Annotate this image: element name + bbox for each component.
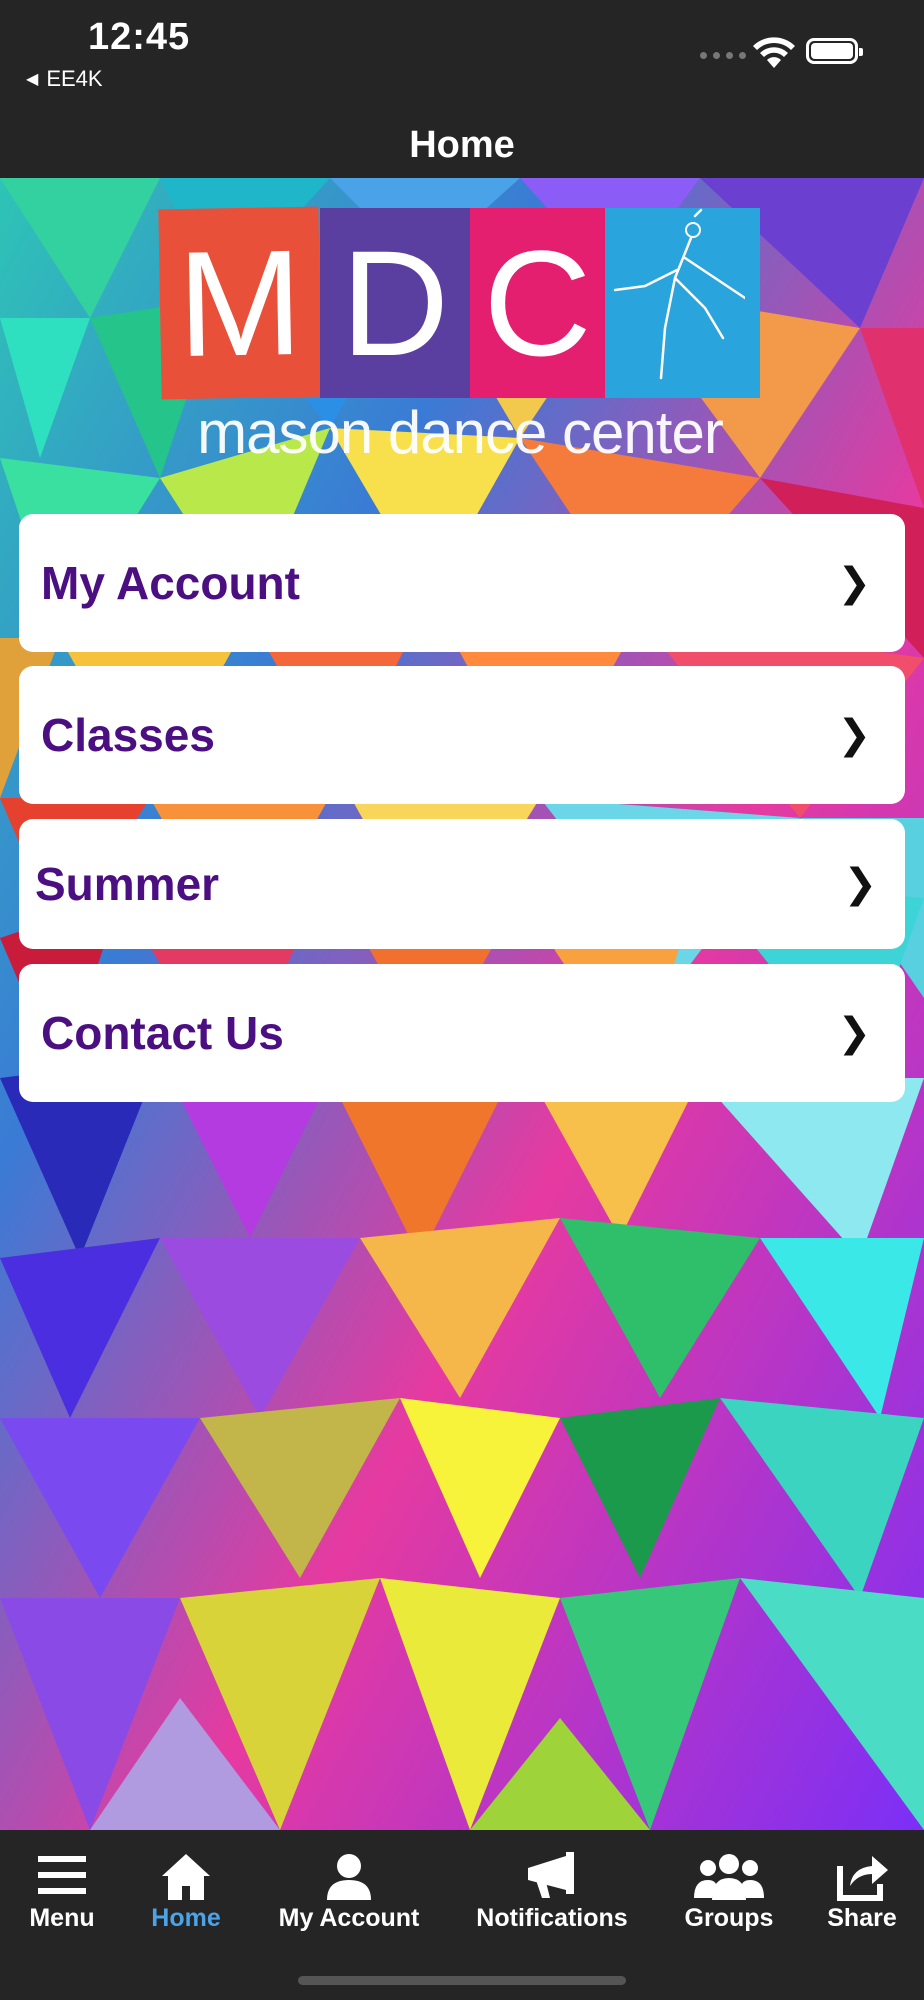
tab-label: Home [151, 1904, 221, 1932]
person-icon [327, 1854, 371, 1900]
menu-item-classes[interactable]: Classes ❯ [19, 666, 905, 804]
status-time: 12:45 [88, 16, 191, 58]
chevron-right-icon: ❯ [837, 561, 871, 605]
megaphone-icon [528, 1852, 574, 1898]
wifi-icon [753, 37, 795, 68]
chevron-right-icon: ❯ [843, 862, 877, 906]
battery-icon [806, 38, 863, 64]
status-bar: 12:45 ◀ EE4K [0, 0, 924, 118]
home-icon [162, 1854, 210, 1900]
bottom-tab-bar: Menu Home My Account Notifications Group… [0, 1830, 924, 2000]
logo-dancer-block [605, 208, 760, 398]
logo-tagline: mason dance center [197, 399, 724, 466]
back-to-app-link[interactable]: ◀ EE4K [26, 66, 103, 92]
tab-label: Menu [29, 1904, 95, 1932]
mdc-logo: M D C mason dance center [158, 206, 760, 468]
dancer-icon [613, 208, 745, 380]
polygon-background: M D C mason dance center My Account ❯ Cl… [0, 178, 924, 1830]
chevron-right-icon: ❯ [837, 713, 871, 757]
menu-item-summer[interactable]: Summer ❯ [19, 819, 905, 949]
home-indicator[interactable] [298, 1976, 626, 1985]
tab-groups[interactable]: Groups [684, 1850, 774, 1933]
tab-label: Groups [684, 1904, 774, 1932]
tab-label: Notifications [476, 1904, 628, 1932]
group-icon [694, 1854, 764, 1900]
share-icon [837, 1856, 888, 1901]
carrier-label: EE4K [46, 66, 103, 91]
logo-m-block: M [158, 206, 322, 400]
logo-d-block: D [320, 208, 470, 398]
tab-home[interactable]: Home [146, 1850, 226, 1933]
tab-my-account[interactable]: My Account [276, 1850, 422, 1933]
menu-item-my-account[interactable]: My Account ❯ [19, 514, 905, 652]
tab-share[interactable]: Share [822, 1850, 902, 1933]
menu-item-label: Classes [41, 709, 215, 761]
hamburger-icon [38, 1856, 86, 1894]
back-triangle-icon: ◀ [26, 71, 39, 88]
page-title: Home [409, 124, 515, 166]
logo-c-block: C [470, 208, 605, 398]
menu-item-contact-us[interactable]: Contact Us ❯ [19, 964, 905, 1102]
menu-item-label: Summer [35, 858, 220, 910]
tab-label: My Account [278, 1904, 420, 1932]
tab-notifications[interactable]: Notifications [474, 1850, 630, 1933]
nav-bar: Home [0, 118, 924, 178]
menu-item-label: My Account [41, 557, 300, 609]
signal-icon [700, 52, 746, 59]
chevron-right-icon: ❯ [837, 1011, 871, 1055]
tab-label: Share [827, 1904, 897, 1932]
tab-menu[interactable]: Menu [22, 1850, 102, 1933]
menu-item-label: Contact Us [41, 1007, 284, 1059]
